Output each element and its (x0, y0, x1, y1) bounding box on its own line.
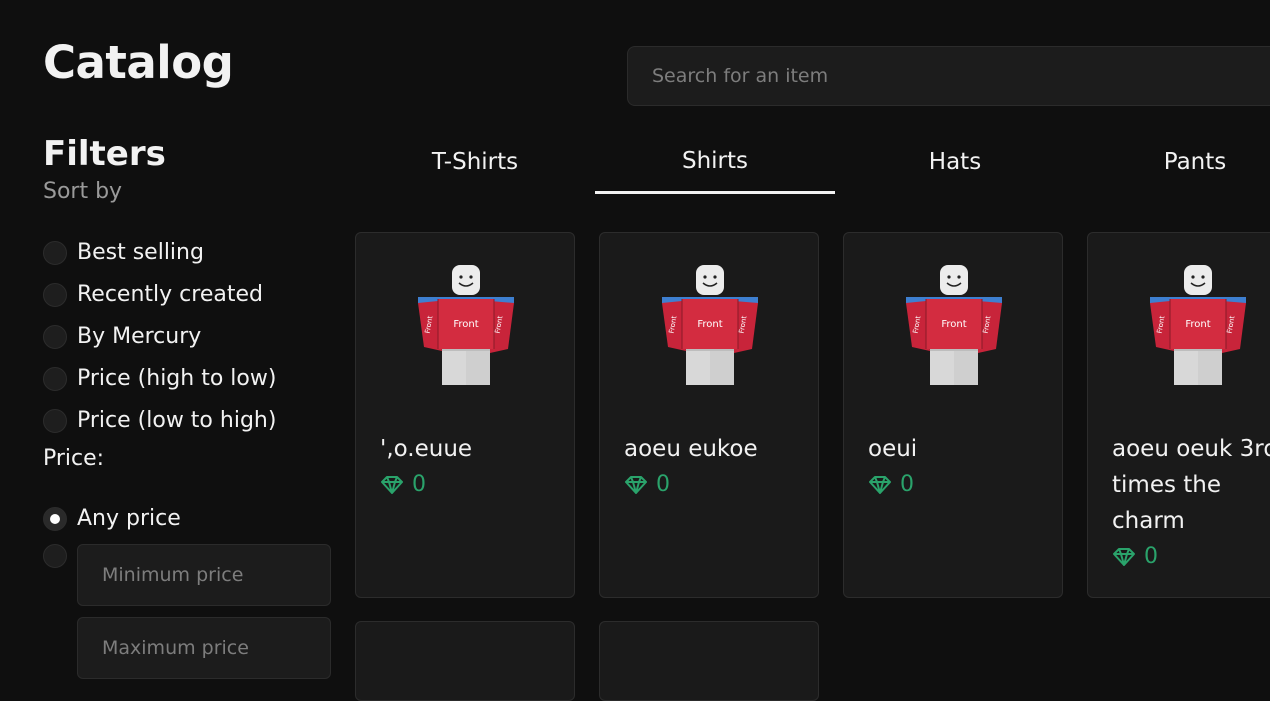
tab-pants[interactable]: Pants (1075, 130, 1270, 194)
sort-option-recently-created[interactable]: Recently created (43, 282, 263, 307)
item-card[interactable]: Front Front Front ',o.euue 0 (355, 232, 575, 598)
item-name: aoeu eukoe (624, 436, 758, 462)
sort-option-price-high-low[interactable]: Price (high to low) (43, 366, 276, 391)
item-name: oeui (868, 436, 918, 462)
radio-button[interactable] (43, 240, 67, 265)
maximum-price-input[interactable] (77, 617, 331, 679)
item-card[interactable]: Front Front Front aoeu eukoe 0 (599, 232, 819, 598)
tab-shirts[interactable]: Shirts (595, 130, 835, 194)
item-info: oeui 0 (868, 431, 1048, 503)
item-card[interactable] (599, 621, 819, 701)
gem-icon (381, 476, 403, 494)
item-thumbnail: Front Front Front (1149, 264, 1247, 386)
item-price-value: 0 (656, 472, 670, 497)
item-thumbnail: Front Front Front (661, 264, 759, 386)
tab-t-shirts[interactable]: T-Shirts (355, 130, 595, 194)
sort-by-label: Sort by (43, 179, 123, 204)
item-card[interactable]: Front Front Front aoeu oeuk 3rd times th… (1087, 232, 1270, 598)
item-info: aoeu eukoe 0 (624, 431, 804, 503)
page-title: Catalog (43, 36, 234, 89)
radio-button[interactable] (43, 366, 67, 391)
minimum-price-input[interactable] (77, 544, 331, 606)
sort-option-label: Price (low to high) (77, 408, 277, 433)
svg-text:Front: Front (697, 319, 722, 330)
svg-text:Front: Front (453, 319, 478, 330)
item-price: 0 (624, 467, 804, 503)
gem-icon (625, 476, 647, 494)
item-info: ',o.euue 0 (380, 431, 560, 503)
item-price-value: 0 (412, 472, 426, 497)
price-label: Price: (43, 446, 105, 471)
sort-option-label: Recently created (77, 282, 263, 307)
item-thumbnail: Front Front Front (417, 264, 515, 386)
item-name: ',o.euue (380, 436, 473, 462)
price-option-label: Any price (77, 506, 181, 531)
sort-option-price-low-high[interactable]: Price (low to high) (43, 408, 276, 433)
search-input[interactable] (627, 46, 1270, 106)
svg-text:Front: Front (941, 319, 966, 330)
gem-icon (869, 476, 891, 494)
item-info: aoeu oeuk 3rd times the charm 0 (1112, 431, 1270, 575)
item-thumbnail: Front Front Front (905, 264, 1003, 386)
radio-button[interactable] (43, 282, 67, 307)
item-price: 0 (1112, 539, 1270, 575)
item-price: 0 (868, 467, 1048, 503)
radio-button-selected[interactable] (43, 506, 67, 531)
item-price: 0 (380, 467, 560, 503)
gem-icon (1113, 548, 1135, 566)
sort-option-best-selling[interactable]: Best selling (43, 240, 204, 265)
item-price-value: 0 (900, 472, 914, 497)
sort-option-label: By Mercury (77, 324, 202, 349)
item-price-value: 0 (1144, 544, 1158, 569)
radio-button[interactable] (43, 408, 67, 433)
item-name: aoeu oeuk 3rd times the charm (1112, 436, 1270, 534)
price-option-custom[interactable] (43, 544, 77, 568)
price-option-any[interactable]: Any price (43, 506, 181, 531)
radio-button[interactable] (43, 544, 67, 568)
sort-option-label: Price (high to low) (77, 366, 277, 391)
item-card[interactable]: Front Front Front oeui 0 (843, 232, 1063, 598)
sort-option-label: Best selling (77, 240, 204, 265)
svg-text:Front: Front (1185, 319, 1210, 330)
radio-button[interactable] (43, 324, 67, 349)
filters-heading: Filters (43, 134, 166, 174)
tab-hats[interactable]: Hats (835, 130, 1075, 194)
sort-option-by-mercury[interactable]: By Mercury (43, 324, 201, 349)
item-card[interactable] (355, 621, 575, 701)
